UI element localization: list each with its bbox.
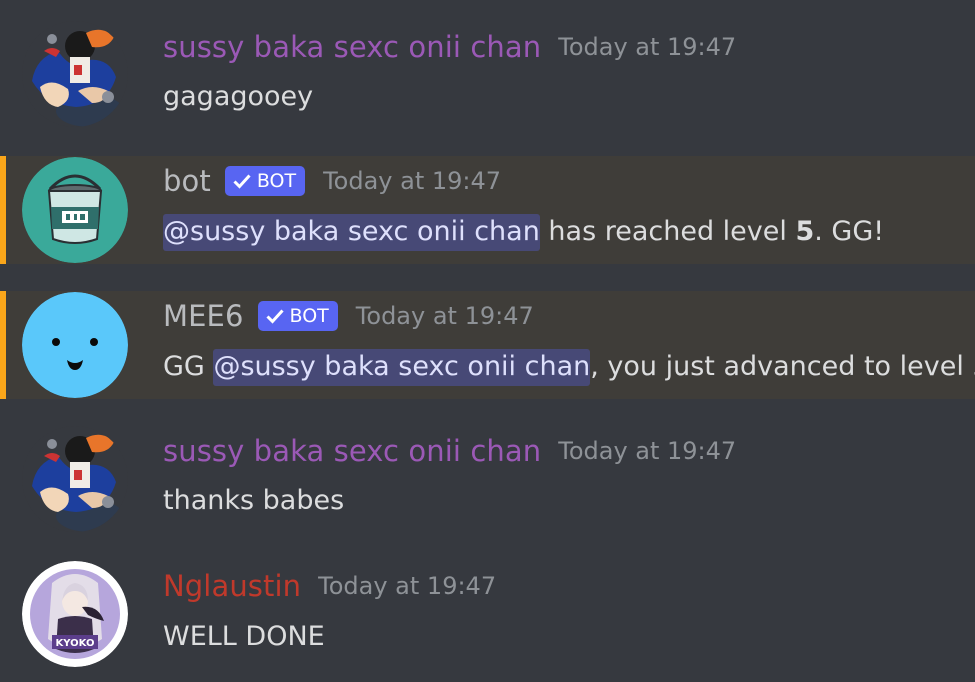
content-text: has reached level xyxy=(539,216,796,247)
check-icon xyxy=(233,173,251,189)
user-mention[interactable]: @sussy baka sexc onii chan xyxy=(213,349,591,386)
timestamp: Today at 19:47 xyxy=(558,33,737,61)
timestamp: Today at 19:47 xyxy=(558,437,737,465)
kyoko-anime-avatar-icon[interactable]: KYOKO xyxy=(22,561,128,667)
username[interactable]: MEE6 xyxy=(163,299,244,333)
user-mention[interactable]: @sussy baka sexc onii chan xyxy=(163,214,540,251)
content-text: , you just advanced to level 3! xyxy=(590,351,975,382)
username[interactable]: sussy baka sexc onii chan xyxy=(163,434,541,468)
message-content: WELL DONE xyxy=(163,621,325,652)
message-header: sussy baka sexc onii chan Today at 19:47 xyxy=(163,30,736,64)
username[interactable]: bot xyxy=(163,164,211,198)
mee6-face-avatar-icon[interactable] xyxy=(22,292,128,398)
timestamp: Today at 19:47 xyxy=(355,302,534,330)
timestamp: Today at 19:47 xyxy=(318,572,497,600)
message-header: bot BOT Today at 19:47 xyxy=(163,164,501,198)
message-content: gagagooey xyxy=(163,81,314,112)
bot-tag-label: BOT xyxy=(256,170,297,192)
username[interactable]: Nglaustin xyxy=(163,569,301,603)
message-item: sussy baka sexc onii chan Today at 19:47… xyxy=(0,410,975,540)
bot-tag: BOT xyxy=(224,166,306,196)
message-content: @sussy baka sexc onii chan has reached l… xyxy=(163,214,885,251)
timestamp: Today at 19:47 xyxy=(323,167,502,195)
message-content: thanks babes xyxy=(163,485,345,516)
message-item-mention: MEE6 BOT Today at 19:47 GG @sussy baka s… xyxy=(0,291,975,399)
bot-tag: BOT xyxy=(257,301,338,331)
avatar-lettering: KYOKO xyxy=(56,638,95,649)
message-item: sussy baka sexc onii chan Today at 19:47… xyxy=(0,0,975,140)
message-item: KYOKO Nglaustin Today at 19:47 WELL DONE xyxy=(0,550,975,682)
content-text: GG xyxy=(163,351,214,382)
message-header: sussy baka sexc onii chan Today at 19:47 xyxy=(163,434,736,468)
bot-tag-label: BOT xyxy=(289,305,329,327)
message-content: GG @sussy baka sexc onii chan, you just … xyxy=(163,349,975,386)
anime-character-avatar-icon[interactable] xyxy=(22,426,128,532)
content-text: . GG! xyxy=(814,216,885,247)
check-icon xyxy=(265,308,284,324)
level-number: 5 xyxy=(795,216,815,247)
bucket-avatar-icon[interactable] xyxy=(22,157,128,263)
anime-character-avatar-icon[interactable] xyxy=(22,21,128,127)
message-header: MEE6 BOT Today at 19:47 xyxy=(163,299,534,333)
message-header: Nglaustin Today at 19:47 xyxy=(163,569,496,603)
message-item-mention: bot BOT Today at 19:47 @sussy baka sexc … xyxy=(0,156,975,264)
username[interactable]: sussy baka sexc onii chan xyxy=(163,30,541,64)
